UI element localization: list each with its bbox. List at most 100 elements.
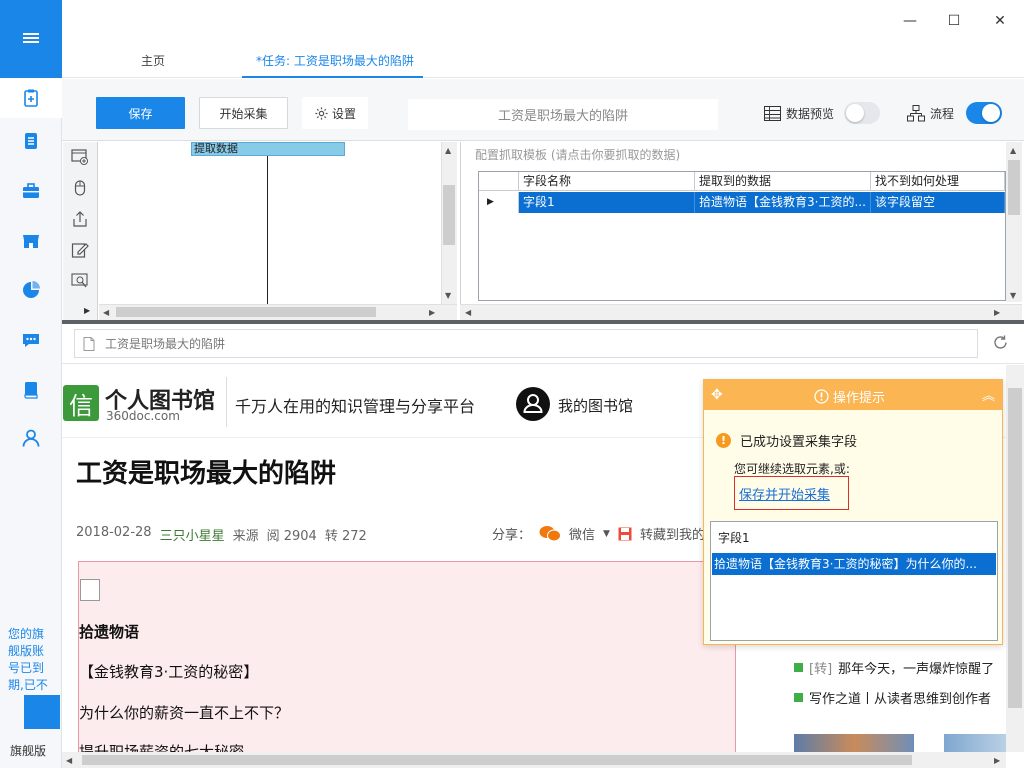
tools-expand-icon[interactable]: ▶ — [84, 306, 90, 315]
template-scroll-up-icon[interactable]: ▲ — [1010, 146, 1016, 155]
news-thumbnail[interactable] — [794, 734, 914, 752]
user-avatar-icon — [523, 394, 543, 413]
export-tool[interactable] — [69, 208, 91, 230]
tab-current-task[interactable]: *任务: 工资是职场最大的陷阱 — [256, 52, 414, 69]
column-header-field-name[interactable]: 字段名称 — [519, 172, 695, 191]
template-vertical-scroll-thumb[interactable] — [1008, 160, 1020, 215]
refresh-button[interactable] — [992, 334, 1009, 354]
news-text[interactable]: 那年今天，一声爆炸惊醒了 — [838, 658, 994, 677]
user-avatar[interactable] — [516, 387, 550, 421]
scroll-left-arrow-icon[interactable]: ◀ — [103, 308, 109, 317]
refresh-icon — [994, 335, 1007, 349]
tip-header[interactable]: ✥ 操作提示 ︽ — [704, 380, 1002, 410]
article-paragraph-3[interactable]: 为什么你的薪资一直不上不下？ — [79, 702, 289, 723]
share-wechat[interactable]: 微信 — [569, 524, 595, 543]
add-step-tool[interactable] — [69, 146, 91, 168]
maximize-button[interactable]: ☐ — [940, 8, 968, 34]
sidebar-item-tasks[interactable] — [0, 121, 62, 161]
cell-extracted-data[interactable]: 拾遗物语【金钱教育3·工资的... — [695, 192, 871, 213]
input-text-tool[interactable] — [69, 239, 91, 261]
scroll-down-arrow-icon[interactable]: ▼ — [445, 291, 451, 300]
wechat-icon[interactable] — [539, 525, 562, 542]
settings-button[interactable]: 设置 — [302, 97, 368, 129]
article-reads: 阅 2904 — [266, 529, 317, 544]
cell-field-name[interactable]: 字段1 — [519, 192, 695, 213]
scroll-right-arrow-icon[interactable]: ▶ — [429, 308, 435, 317]
browser-address-text: 工资是职场最大的陷阱 — [105, 337, 226, 351]
news-item[interactable]: 写作之道丨从读者思维到创作者 — [794, 688, 991, 707]
sidebar-item-new-task[interactable] — [0, 78, 62, 118]
start-collect-button[interactable]: 开始采集 — [199, 97, 288, 129]
user-icon — [22, 429, 40, 447]
save-and-start-link[interactable]: 保存并开始采集 — [739, 484, 830, 503]
move-handle-icon[interactable]: ✥ — [711, 387, 723, 403]
document-icon — [25, 133, 37, 149]
workflow-node-extract[interactable]: 提取数据 — [191, 142, 345, 156]
article-paragraph-2[interactable]: 【金钱教育3·工资的秘密】 — [79, 661, 258, 682]
sidebar-item-store[interactable] — [0, 221, 62, 261]
template-horizontal-scrollbar[interactable] — [460, 304, 1022, 320]
sidebar-item-account[interactable] — [0, 418, 62, 458]
sidebar-item-messages[interactable] — [0, 320, 62, 360]
news-tag: [转] — [809, 662, 833, 677]
gear-icon — [315, 106, 328, 120]
template-scroll-left-icon[interactable]: ◀ — [465, 308, 471, 317]
tab-home[interactable]: 主页 — [141, 52, 165, 69]
data-preview-toggle[interactable] — [844, 102, 880, 124]
tip-success-message: ! 已成功设置采集字段 — [716, 431, 857, 450]
operation-tip-panel: ✥ 操作提示 ︽ ! 已成功设置采集字段 您可继续选取元素,或: 保存并开始采集… — [703, 379, 1003, 645]
task-name-field[interactable]: 工资是职场最大的陷阱 — [408, 99, 718, 130]
menu-toggle-button[interactable] — [0, 0, 62, 78]
search-tool[interactable] — [69, 270, 91, 292]
template-scroll-down-icon[interactable]: ▼ — [1010, 291, 1016, 300]
flow-toggle[interactable] — [966, 102, 1002, 124]
account-expired-notice[interactable]: 您的旗舰版账号已到期,已不 — [8, 626, 54, 694]
webpage-horizontal-scroll-thumb[interactable] — [82, 755, 912, 765]
browser-address-field[interactable]: 工资是职场最大的陷阱 — [74, 329, 978, 358]
scroll-up-arrow-icon[interactable]: ▲ — [445, 146, 451, 155]
chat-icon — [23, 334, 39, 347]
app-window: 您的旗舰版账号已到期,已不 旗舰版 — ☐ ✕ 主页 *任务: 工资是职场最大的… — [0, 0, 1024, 768]
workflow-vertical-scroll-thumb[interactable] — [443, 185, 455, 245]
news-thumbnail[interactable] — [944, 734, 1006, 752]
image-placeholder-icon — [80, 579, 100, 601]
search-icon — [71, 273, 88, 288]
tip-collapse-icon[interactable]: ︽ — [982, 385, 995, 404]
share-dropdown-icon[interactable]: ▼ — [603, 529, 610, 539]
article-paragraph-4[interactable]: 提升职场薪资的七大秘密 — [79, 741, 244, 752]
webpage-scroll-right-icon[interactable]: ▶ — [994, 756, 1000, 765]
webpage-vertical-scroll-thumb[interactable] — [1008, 388, 1022, 708]
table-icon — [764, 106, 781, 121]
row-selector[interactable]: ▶ — [479, 192, 519, 213]
hamburger-icon — [23, 37, 39, 39]
cell-fallback[interactable]: 该字段留空 — [871, 192, 1005, 213]
column-header-extracted-data[interactable]: 提取到的数据 — [695, 172, 871, 191]
save-button[interactable]: 保存 — [96, 97, 185, 129]
minimize-button[interactable]: — — [896, 8, 924, 34]
news-item[interactable]: [转] 那年今天，一声爆炸惊醒了 — [794, 658, 994, 677]
article-author[interactable]: 三只小星星 — [160, 525, 225, 544]
save-floppy-icon[interactable] — [618, 527, 632, 541]
template-scroll-right-icon[interactable]: ▶ — [994, 308, 1000, 317]
renew-button[interactable] — [24, 695, 60, 729]
tip-action-box[interactable]: 保存并开始采集 — [734, 476, 849, 510]
column-header-fallback[interactable]: 找不到如何处理 — [871, 172, 1005, 191]
tip-title: 操作提示 — [814, 387, 885, 406]
webpage-scroll-left-icon[interactable]: ◀ — [66, 756, 72, 765]
my-library-link[interactable]: 我的图书馆 — [558, 395, 633, 416]
sidebar-item-stats[interactable] — [0, 270, 62, 310]
article-paragraph-1[interactable]: 拾遗物语 — [79, 621, 139, 642]
logo-divider — [226, 377, 227, 427]
active-tab-indicator — [242, 76, 423, 78]
workflow-canvas[interactable]: 提取数据 — [99, 142, 441, 304]
sidebar-item-toolbox[interactable] — [0, 171, 62, 211]
selected-content-highlight[interactable] — [78, 561, 736, 752]
news-text[interactable]: 写作之道丨从读者思维到创作者 — [809, 688, 991, 707]
click-element-tool[interactable] — [69, 177, 91, 199]
sidebar-item-tutorial[interactable] — [0, 370, 62, 410]
workflow-horizontal-scroll-thumb[interactable] — [116, 307, 376, 317]
tip-field-preview: 字段1 拾遗物语【金钱教育3·工资的秘密】为什么你的... — [710, 521, 998, 641]
close-button[interactable]: ✕ — [986, 8, 1014, 34]
tip-field-value[interactable]: 拾遗物语【金钱教育3·工资的秘密】为什么你的... — [712, 553, 996, 575]
site-logo-mark[interactable]: 信 — [63, 385, 99, 421]
